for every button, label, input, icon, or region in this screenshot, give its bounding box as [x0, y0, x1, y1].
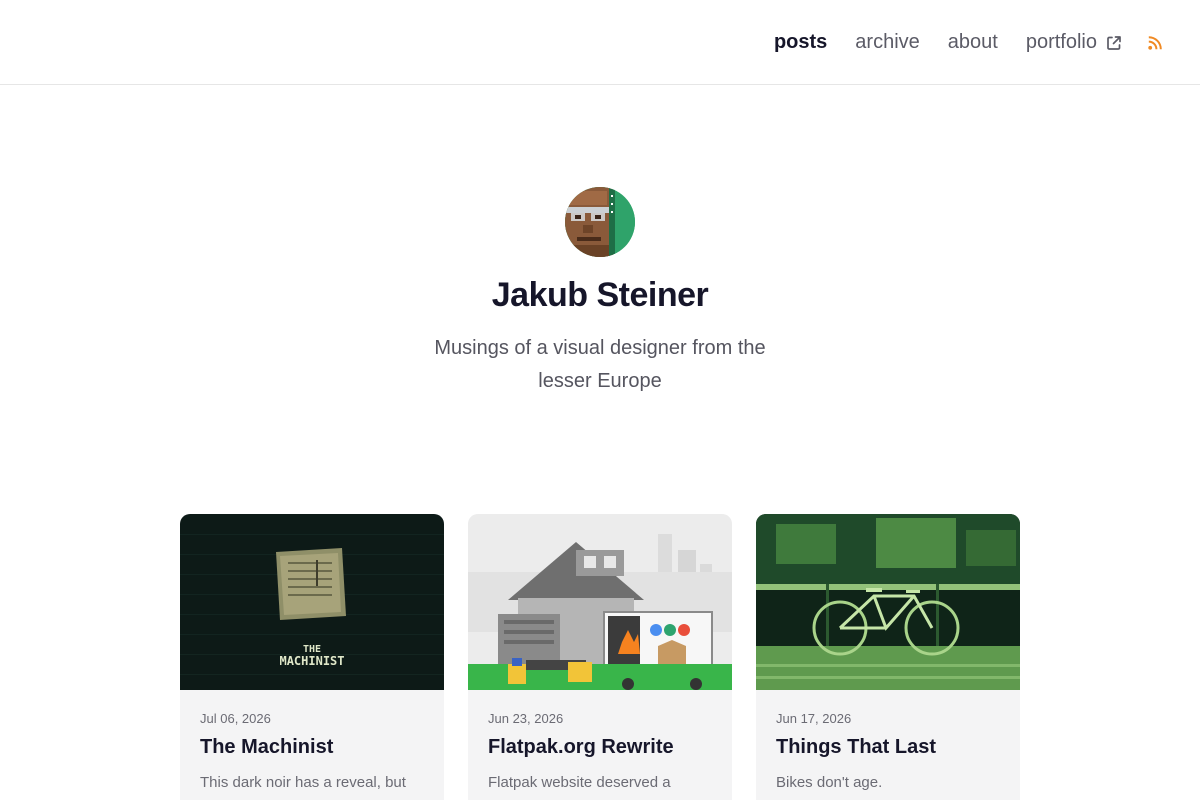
avatar [565, 187, 635, 257]
post-grid: THE MACHINIST Jul 06, 2026 The Machinist… [180, 514, 1020, 800]
author-name: Jakub Steiner [491, 276, 709, 314]
post-title[interactable]: Things That Last [776, 736, 936, 759]
post-card-flatpak-rewrite[interactable]: Jun 23, 2026 Flatpak.org Rewrite Flatpak… [468, 514, 732, 800]
pixel-portrait-avatar [565, 187, 635, 257]
author-tagline: Musings of a visual designer from the le… [434, 337, 766, 392]
post-date: Jun 23, 2026 [488, 711, 564, 726]
rss-icon[interactable] [1148, 35, 1162, 50]
post-thumbnail-the-machinist: THE MACHINIST [180, 514, 444, 690]
post-card-things-that-last[interactable]: Jun 17, 2026 Things That Last Bikes don'… [756, 514, 1020, 800]
thumb-text-line-2: MACHINIST [279, 654, 344, 668]
post-thumbnail-flatpak-rewrite [468, 514, 732, 690]
post-title[interactable]: Flatpak.org Rewrite [488, 736, 674, 759]
post-card-the-machinist[interactable]: THE MACHINIST Jul 06, 2026 The Machinist… [180, 514, 444, 800]
nav-link-about[interactable]: about [948, 31, 998, 54]
nav-link-portfolio[interactable]: portfolio [1026, 31, 1122, 54]
main-nav: posts archive about portfolio [746, 0, 1162, 85]
nav-link-posts[interactable]: posts [774, 31, 827, 54]
post-excerpt: Bikes don't age. [776, 774, 883, 791]
post-thumbnail-things-that-last [756, 514, 1020, 690]
external-link-icon [1107, 35, 1121, 50]
nav-link-archive[interactable]: archive [855, 31, 919, 54]
site-header: posts archive about portfolio [0, 0, 1200, 85]
post-date: Jun 17, 2026 [776, 711, 852, 726]
post-excerpt: Flatpak website deserved a better landsc… [488, 774, 671, 800]
post-title[interactable]: The Machinist [200, 736, 333, 759]
post-excerpt: This dark noir has a reveal, but the one… [200, 774, 406, 800]
post-date: Jul 06, 2026 [200, 711, 271, 726]
nav-link-portfolio-label: portfolio [1025, 31, 1097, 53]
